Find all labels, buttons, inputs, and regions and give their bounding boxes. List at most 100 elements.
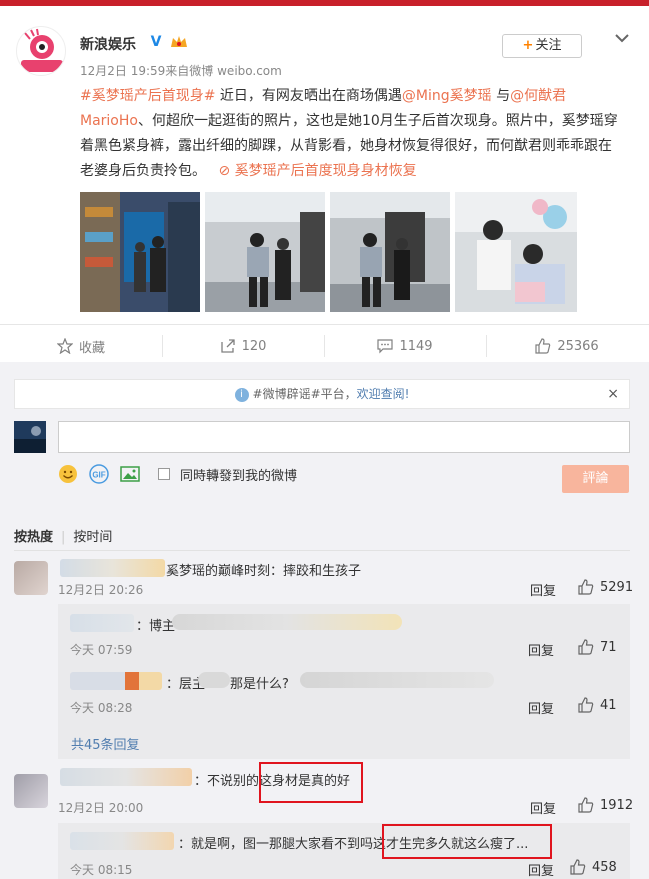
reply-button[interactable]: 回复 (530, 580, 556, 599)
thumbs-up-icon (535, 338, 551, 354)
blurred-username[interactable] (60, 559, 165, 577)
card-link[interactable]: ⊘ 奚梦瑶产后首度现身身材恢复 (218, 163, 416, 179)
reply-like-count: 41 (600, 697, 617, 713)
blurred-text (198, 672, 230, 688)
reply-button[interactable]: 回复 (528, 640, 554, 659)
author-name[interactable]: 新浪娱乐 (80, 34, 136, 54)
comment-tools: GIF 同時轉發到我的微博 (58, 462, 297, 486)
reply-text-before: ：就是啊，图一那腿大家看不到吗 (178, 837, 374, 852)
notice-text: #微博辟谣#平台， (252, 387, 357, 401)
rumor-notice-banner: i #微博辟谣#平台，欢迎查阅! × (14, 379, 630, 409)
follow-button[interactable]: + 关注 (502, 34, 582, 58)
thumbs-up-icon (570, 859, 586, 875)
author-avatar[interactable] (16, 26, 66, 76)
comment-like-button[interactable]: 1912 (578, 797, 633, 813)
blurred-username[interactable] (60, 768, 192, 786)
reply-thread: ：博主 今天 07:59 回复 71 ：层主 那是什么? 今天 08:28 回复 (58, 604, 630, 759)
reply-like-button[interactable]: 71 (578, 639, 617, 655)
commenter-avatar[interactable] (14, 774, 48, 808)
card-link-label: 奚梦瑶产后首度现身身材恢复 (234, 163, 417, 179)
thumbs-up-icon (578, 639, 594, 655)
sina-ent-logo-icon (21, 28, 63, 72)
like-count: 25366 (557, 338, 599, 354)
comment-time: 12月2日 20:26 (58, 583, 144, 597)
blurred-username[interactable] (70, 614, 134, 632)
commenter-avatar[interactable] (14, 561, 48, 595)
close-icon[interactable]: × (607, 380, 619, 408)
also-repost-label: 同時轉發到我的微博 (180, 468, 298, 484)
comment-section: i #微博辟谣#平台，欢迎查阅! × GIF 同時轉發到我的微博 評論 按热度 | 按… (0, 362, 649, 879)
star-icon (56, 338, 73, 354)
comment-input[interactable] (58, 421, 630, 453)
reply-text: ：博主 (136, 619, 176, 634)
gif-icon[interactable]: GIF (88, 464, 110, 484)
comment-like-button[interactable]: 5291 (578, 579, 633, 595)
reply-like-count: 458 (592, 859, 617, 875)
info-icon: i (234, 387, 249, 402)
favorite-button[interactable]: 收藏 (0, 325, 162, 367)
reply-time: 今天 08:15 (70, 863, 133, 877)
emoji-icon[interactable] (58, 464, 78, 484)
link-icon: ⊘ (218, 163, 231, 179)
post-content: #奚梦瑶产后首现身# 近日，有网友晒出在商场偶遇@Ming奚梦瑶 与@何猷君Ma… (80, 84, 624, 184)
image-icon[interactable] (120, 464, 140, 484)
reply-button[interactable]: 回复 (528, 698, 554, 717)
thumbs-up-icon (578, 697, 594, 713)
blurred-username[interactable] (70, 832, 174, 850)
reply-time: 今天 07:59 (70, 643, 133, 657)
also-repost-checkbox[interactable] (158, 468, 170, 480)
photo-thumb[interactable] (330, 192, 450, 312)
reply-like-button[interactable]: 458 (570, 859, 617, 875)
comment-like-count: 1912 (600, 797, 634, 813)
repost-count: 120 (241, 338, 267, 354)
highlight-box (259, 762, 363, 803)
content-text-2: 与 (491, 88, 511, 104)
divider (14, 550, 630, 551)
favorite-label: 收藏 (78, 340, 105, 356)
vip-crown-icon (171, 36, 187, 47)
reply-like-count: 71 (600, 639, 617, 655)
share-icon (220, 339, 235, 353)
hashtag-link[interactable]: #奚梦瑶产后首现身# (80, 88, 215, 104)
reply-text-cont: 那是什么? (230, 677, 289, 692)
comment-text-before: ：不说别的 (194, 774, 260, 789)
thumbs-up-icon (578, 797, 594, 813)
comment-count: 1149 (399, 338, 433, 354)
comment-like-count: 5291 (600, 579, 634, 595)
photo-thumb[interactable] (455, 192, 577, 312)
my-avatar (14, 421, 46, 453)
repost-button[interactable]: 120 (162, 325, 324, 367)
like-button[interactable]: 25366 (486, 325, 648, 367)
plus-icon: + (522, 38, 534, 53)
top-color-strip (0, 0, 649, 6)
post-meta: 12月2日 19:59来自微博 weibo.com (80, 64, 282, 78)
sort-by-hot-tab[interactable]: 按热度 (14, 530, 53, 545)
comment-text: 奚梦瑶的巅峰时刻：摔跤和生孩子 (166, 564, 362, 579)
comment-sort-bar: 按热度 | 按时间 (14, 526, 630, 546)
blurred-text (300, 672, 494, 688)
reply-button[interactable]: 回复 (528, 860, 554, 879)
reply-time: 今天 08:28 (70, 701, 133, 715)
comment-icon (377, 339, 394, 354)
sort-by-time-tab[interactable]: 按时间 (73, 530, 112, 545)
submit-comment-button[interactable]: 評論 (562, 465, 629, 493)
content-text-1: 近日，有网友晒出在商场偶遇 (215, 88, 402, 104)
sort-divider: | (61, 530, 66, 545)
reply-thread: ：就是啊，图一那腿大家看不到吗这才生完多久就这么瘦了... 今天 08:15 回… (58, 823, 630, 879)
thumbs-up-icon (578, 579, 594, 595)
photo-thumb[interactable] (80, 192, 200, 312)
chevron-down-icon[interactable] (612, 28, 632, 48)
verified-badge-icon: V (148, 34, 164, 50)
notice-link[interactable]: 欢迎查阅! (357, 387, 410, 401)
highlight-box (382, 824, 552, 859)
mention-link-ming[interactable]: @Ming奚梦瑶 (402, 88, 492, 104)
photo-thumb[interactable] (205, 192, 325, 312)
svg-text:GIF: GIF (92, 471, 105, 480)
reply-like-button[interactable]: 41 (578, 697, 617, 713)
blurred-username[interactable] (70, 672, 162, 690)
more-replies-link[interactable]: 共45条回复 (71, 734, 140, 753)
reply-button[interactable]: 回复 (530, 798, 556, 817)
comment-button[interactable]: 1149 (324, 325, 486, 367)
comment-time: 12月2日 20:00 (58, 801, 144, 815)
blurred-text (172, 614, 402, 630)
